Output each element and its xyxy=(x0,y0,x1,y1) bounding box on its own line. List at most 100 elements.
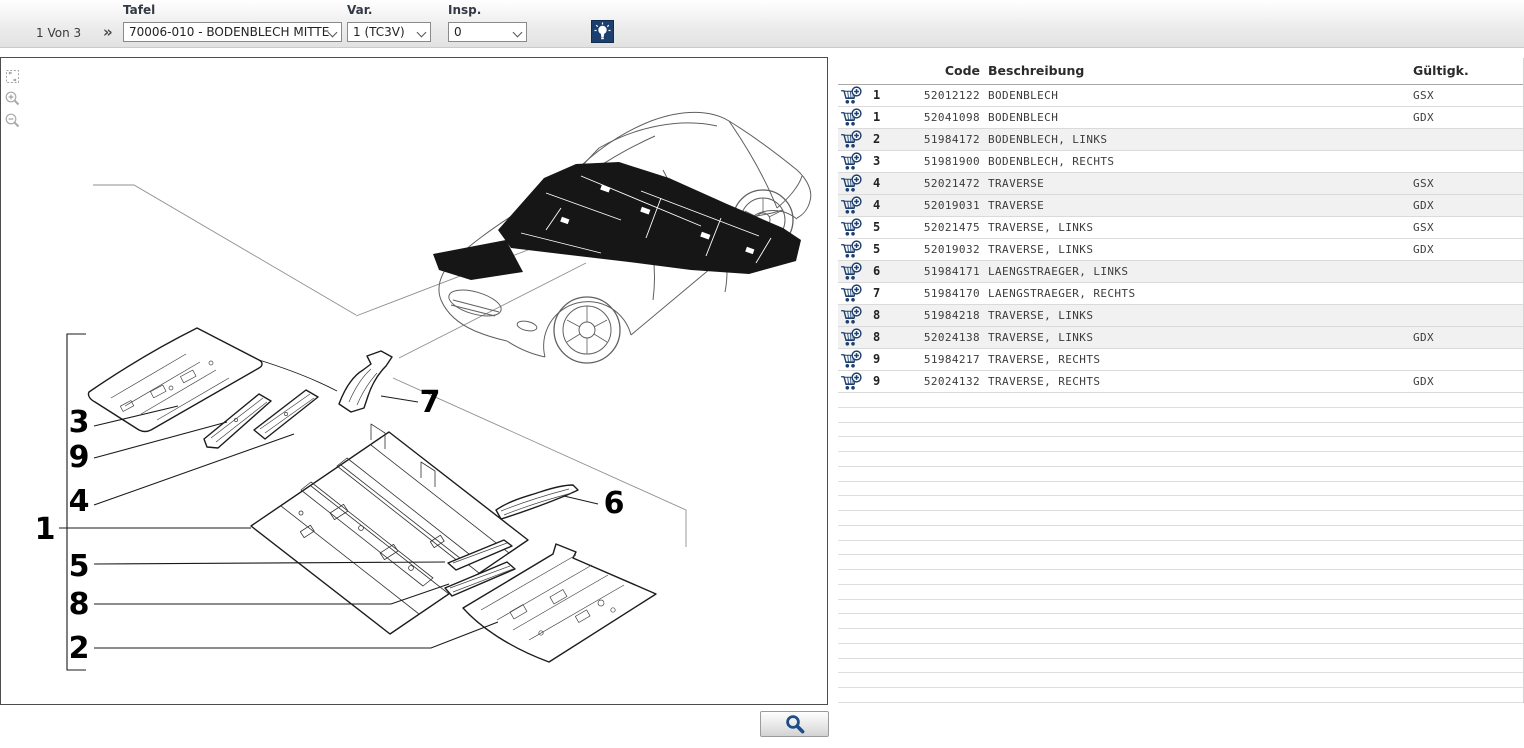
callout-6[interactable]: 6 xyxy=(604,486,625,521)
code-cell: 52012122 xyxy=(898,89,980,102)
callout-7[interactable]: 7 xyxy=(420,385,441,420)
code-cell: 51981900 xyxy=(898,155,980,168)
add-to-cart-button[interactable] xyxy=(839,86,863,106)
table-row[interactable]: 4 52019031 TRAVERSE GDX xyxy=(838,195,1523,217)
empty-row xyxy=(838,408,1523,423)
code-cell: 52019032 xyxy=(898,243,980,256)
marquee-zoom-tool[interactable] xyxy=(4,68,21,85)
add-to-cart-button[interactable] xyxy=(839,218,863,238)
add-to-cart-button[interactable] xyxy=(839,174,863,194)
add-to-cart-button[interactable] xyxy=(839,130,863,150)
part-7-bracket[interactable] xyxy=(339,351,392,412)
pos-cell: 4 xyxy=(873,176,881,190)
valid-cell: GDX xyxy=(1413,331,1434,344)
valid-cell: GDX xyxy=(1413,375,1434,388)
cart-plus-icon xyxy=(840,86,863,105)
pos-cell: 5 xyxy=(873,242,881,256)
callout-8[interactable]: 8 xyxy=(69,587,90,622)
empty-row xyxy=(838,511,1523,526)
tafel-select[interactable]: 70006-010 - BODENBLECH MITTE xyxy=(123,22,342,42)
table-row[interactable]: 8 51984218 TRAVERSE, LINKS xyxy=(838,305,1523,327)
add-to-cart-button[interactable] xyxy=(839,306,863,326)
add-to-cart-button[interactable] xyxy=(839,372,863,392)
search-icon xyxy=(783,712,807,736)
callout-9[interactable]: 9 xyxy=(69,440,90,475)
lightbulb-icon xyxy=(592,21,613,42)
table-row[interactable]: 9 51984217 TRAVERSE, RECHTS xyxy=(838,349,1523,371)
car-overview-sketch xyxy=(433,112,811,363)
pos-cell: 2 xyxy=(873,132,881,146)
add-to-cart-button[interactable] xyxy=(839,350,863,370)
empty-row xyxy=(838,673,1523,688)
insp-label: Insp. xyxy=(448,3,481,17)
pos-cell: 9 xyxy=(873,352,881,366)
empty-row xyxy=(838,437,1523,452)
pos-cell: 1 xyxy=(873,110,881,124)
empty-row xyxy=(838,570,1523,585)
cart-plus-icon xyxy=(840,350,863,369)
table-row[interactable]: 2 51984172 BODENBLECH, LINKS xyxy=(838,129,1523,151)
table-row[interactable]: 9 52024132 TRAVERSE, RECHTS GDX xyxy=(838,371,1523,393)
part-3-front-floor-panel[interactable] xyxy=(88,328,337,432)
table-row[interactable]: 7 51984170 LAENGSTRAEGER, RECHTS xyxy=(838,283,1523,305)
add-to-cart-button[interactable] xyxy=(839,262,863,282)
pos-cell: 6 xyxy=(873,264,881,278)
part-9-rail-left[interactable] xyxy=(204,394,271,448)
insp-select[interactable]: 0 xyxy=(448,22,527,42)
desc-cell: LAENGSTRAEGER, RECHTS xyxy=(988,287,1135,300)
valid-cell: GDX xyxy=(1413,199,1434,212)
empty-row xyxy=(838,496,1523,511)
search-button[interactable] xyxy=(760,711,829,737)
add-to-cart-button[interactable] xyxy=(839,196,863,216)
desc-cell: BODENBLECH, RECHTS xyxy=(988,155,1114,168)
code-cell: 52021472 xyxy=(898,177,980,190)
table-row[interactable]: 1 52012122 BODENBLECH GSX xyxy=(838,85,1523,107)
add-to-cart-button[interactable] xyxy=(839,240,863,260)
parts-table: Code Beschreibung Gültigk. 1 52012122 BO… xyxy=(838,58,1524,703)
empty-row xyxy=(838,393,1523,408)
double-chevron-icon[interactable]: » xyxy=(103,23,113,41)
part-6-curved-rail[interactable] xyxy=(496,485,578,519)
empty-row xyxy=(838,541,1523,556)
variant-select[interactable]: 1 (TC3V) xyxy=(347,22,431,42)
zoom-out-tool[interactable] xyxy=(4,112,21,129)
add-to-cart-button[interactable] xyxy=(839,152,863,172)
empty-row xyxy=(838,452,1523,467)
header-beschreibung: Beschreibung xyxy=(988,63,1084,78)
cart-plus-icon xyxy=(840,218,863,237)
valid-cell: GSX xyxy=(1413,177,1434,190)
pos-cell: 4 xyxy=(873,198,881,212)
lightbulb-button[interactable] xyxy=(591,20,614,43)
diagram-panel: 3 9 4 1 5 8 2 7 6 xyxy=(0,57,828,705)
table-row[interactable]: 3 51981900 BODENBLECH, RECHTS xyxy=(838,151,1523,173)
desc-cell: BODENBLECH, LINKS xyxy=(988,133,1107,146)
callout-3[interactable]: 3 xyxy=(69,405,90,440)
empty-row xyxy=(838,526,1523,541)
cart-plus-icon xyxy=(840,196,863,215)
pos-cell: 3 xyxy=(873,154,881,168)
callout-2[interactable]: 2 xyxy=(69,631,90,666)
empty-row xyxy=(838,614,1523,629)
desc-cell: TRAVERSE, LINKS xyxy=(988,243,1093,256)
callout-5[interactable]: 5 xyxy=(69,549,90,584)
callout-1[interactable]: 1 xyxy=(35,512,56,547)
callout-4[interactable]: 4 xyxy=(69,484,90,519)
add-to-cart-button[interactable] xyxy=(839,108,863,128)
valid-cell: GSX xyxy=(1413,221,1434,234)
table-row[interactable]: 8 52024138 TRAVERSE, LINKS GDX xyxy=(838,327,1523,349)
code-cell: 51984218 xyxy=(898,309,980,322)
pos-cell: 8 xyxy=(873,330,881,344)
exploded-diagram-illustration: 3 9 4 1 5 8 2 7 6 xyxy=(1,58,827,704)
table-row[interactable]: 5 52021475 TRAVERSE, LINKS GSX xyxy=(838,217,1523,239)
desc-cell: TRAVERSE, RECHTS xyxy=(988,353,1100,366)
table-row[interactable]: 6 51984171 LAENGSTRAEGER, LINKS xyxy=(838,261,1523,283)
code-cell: 51984172 xyxy=(898,133,980,146)
zoom-in-tool[interactable] xyxy=(4,90,21,107)
table-row[interactable]: 5 52019032 TRAVERSE, LINKS GDX xyxy=(838,239,1523,261)
table-row[interactable]: 1 52041098 BODENBLECH GDX xyxy=(838,107,1523,129)
parts-table-header: Code Beschreibung Gültigk. xyxy=(838,58,1523,85)
cart-plus-icon xyxy=(840,174,863,193)
add-to-cart-button[interactable] xyxy=(839,284,863,304)
add-to-cart-button[interactable] xyxy=(839,328,863,348)
table-row[interactable]: 4 52021472 TRAVERSE GSX xyxy=(838,173,1523,195)
